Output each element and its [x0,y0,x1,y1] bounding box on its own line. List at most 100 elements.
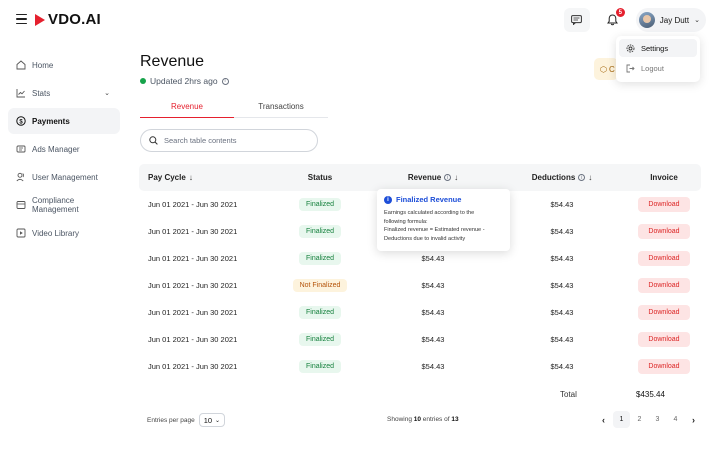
settings-label: Settings [641,43,669,53]
user-menu-button[interactable]: Jay Dutt ⌄ [635,8,706,32]
showing-summary: Showing 10 entries of 13 [387,416,459,423]
table-row: Jun 01 2021 - Jun 30 2021 Finalized $54.… [139,326,701,353]
total-value: $435.44 [636,389,665,399]
sort-arrow-icon: ↓ [588,173,593,182]
download-button[interactable]: Download [638,278,690,293]
tooltip-title: i Finalized Revenue [384,195,503,204]
revenue-tooltip: i Finalized Revenue Earnings calculated … [377,189,510,251]
download-button[interactable]: Download [638,305,690,320]
download-button[interactable]: Download [638,251,690,266]
showing-prefix: Showing [387,416,412,423]
sidebar-item-label: Ads Manager [32,144,80,154]
search-input[interactable] [164,136,304,145]
next-page-icon[interactable]: › [685,411,702,428]
sidebar-item-label: Home [32,60,54,70]
chart-icon [16,88,26,98]
refresh-icon: ⬡ [600,64,607,74]
tooltip-title-text: Finalized Revenue [396,195,462,204]
page-button[interactable]: 4 [667,411,684,428]
page-button[interactable]: 1 [613,411,630,428]
sidebar-item-home[interactable]: Home [8,52,120,78]
revenue-cell: $54.43 [421,281,445,290]
chevron-down-icon: ⌄ [104,90,110,97]
prev-page-icon[interactable]: ‹ [595,411,612,428]
sidebar-item-compliance-management[interactable]: Compliance Management [8,192,120,218]
notifications-button[interactable]: 5 [600,8,626,32]
dollar-icon: $ [16,116,26,126]
entries-select[interactable]: 10 ⌄ [198,413,226,427]
pay-cycle-cell: Jun 01 2021 - Jun 30 2021 [148,362,238,371]
showing-count: 10 [413,416,421,423]
tooltip-line: Earnings calculated according to the [384,210,475,216]
tooltip-line: Finalized revenue = Estimated revenue - [384,227,485,233]
page-title: Revenue [140,53,205,70]
top-bar: VDO.AI 5 Jay Dutt ⌄ [0,0,720,40]
settings-menu-item[interactable]: Settings [619,39,697,57]
avatar [638,12,655,28]
chat-button[interactable] [563,8,590,32]
status-badge: Finalized [298,333,341,346]
deductions-cell: $54.43 [550,362,574,371]
total-label: Total [560,389,577,399]
logout-menu-item[interactable]: Logout [619,59,697,77]
showing-total: 13 [451,416,459,423]
page-button[interactable]: 2 [631,411,648,428]
sidebar-item-label: Compliance Management [32,196,79,214]
pay-cycle-cell: Jun 01 2021 - Jun 30 2021 [148,281,238,290]
home-icon [16,60,26,70]
sort-arrow-icon: ↓ [454,173,459,182]
page-button[interactable]: 3 [649,411,666,428]
sidebar-item-label: Payments [32,116,70,126]
video-icon [16,228,26,238]
chevron-down-icon: ⌄ [215,417,221,424]
revenue-cell: $54.43 [421,308,445,317]
status-badge: Finalized [298,252,341,265]
col-revenue-label: Revenue [407,173,442,182]
gear-icon [626,44,635,52]
table-row: Jun 01 2021 - Jun 30 2021 Finalized $54.… [139,353,701,380]
table-row: Jun 01 2021 - Jun 30 2021 Not Finalized … [139,272,701,299]
pay-cycle-cell: Jun 01 2021 - Jun 30 2021 [148,254,238,263]
sidebar-item-user-management[interactable]: User Management [8,164,120,190]
tab-revenue[interactable]: Revenue [140,96,234,118]
notification-badge: 5 [615,8,625,17]
col-pay-cycle[interactable]: Pay Cycle ↓ [148,173,271,182]
search-icon [149,136,158,145]
pay-cycle-cell: Jun 01 2021 - Jun 30 2021 [148,200,238,209]
status-badge: Finalized [298,360,341,373]
tab-transactions[interactable]: Transactions [234,96,328,118]
status-dot [140,78,146,84]
status-badge: Not Finalized [292,279,348,292]
download-button[interactable]: Download [638,332,690,347]
logo[interactable]: VDO.AI [35,11,101,28]
partial-action-button[interactable]: ⬡ C [594,58,618,80]
entries-value: 10 [203,415,213,425]
tooltip-line: Deductions due to invalid activity [384,235,466,242]
pay-cycle-cell: Jun 01 2021 - Jun 30 2021 [148,308,238,317]
download-button[interactable]: Download [638,359,690,374]
sidebar-item-ads-manager[interactable]: Ads Manager [8,136,120,162]
info-icon[interactable]: i [578,174,586,181]
showing-mid: entries of [422,416,450,423]
total-row: Total $435.44 [139,382,701,406]
info-icon[interactable]: i [444,174,452,181]
deductions-cell: $54.43 [550,200,574,209]
sidebar-item-label: Video Library [32,228,79,238]
tabs: Revenue Transactions [140,96,328,118]
sidebar-item-video-library[interactable]: Video Library [8,220,120,246]
info-icon[interactable]: i [221,77,229,85]
sidebar-item-payments[interactable]: $ Payments [8,108,120,134]
users-icon [16,172,26,182]
menu-icon[interactable] [16,14,27,24]
info-icon: i [384,195,392,204]
deductions-cell: $54.43 [550,281,574,290]
col-revenue[interactable]: Revenue i ↓ [408,173,458,182]
search-box [140,129,318,152]
status-badge: Finalized [298,225,341,238]
partial-action-label: C [608,64,615,74]
download-button[interactable]: Download [638,224,690,239]
download-button[interactable]: Download [638,197,690,212]
col-deductions[interactable]: Deductions i ↓ [532,173,593,182]
logo-play-icon [35,13,45,26]
sidebar-item-stats[interactable]: Stats ⌄ [8,80,120,106]
